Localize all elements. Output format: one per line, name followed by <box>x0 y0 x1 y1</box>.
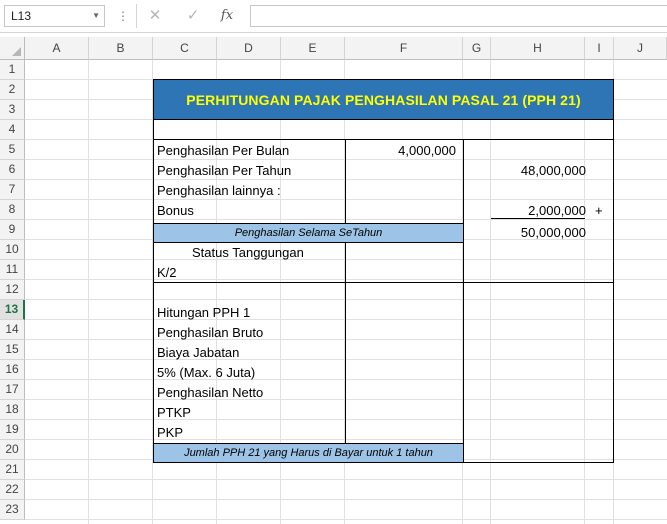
row-header-5[interactable]: 5 <box>0 140 25 160</box>
row-header-1[interactable]: 1 <box>0 60 25 80</box>
penghasilan-bruto-label[interactable]: Penghasilan Bruto <box>157 323 263 343</box>
divider-row4 <box>153 139 614 140</box>
vertical-dots-icon[interactable]: ⋮ <box>117 8 129 24</box>
column-header-j[interactable]: J <box>614 37 667 60</box>
penghasilan-netto-label[interactable]: Penghasilan Netto <box>157 383 263 403</box>
ptkp-label[interactable]: PTKP <box>157 403 191 423</box>
gridline-row-22 <box>25 499 667 500</box>
column-header-e[interactable]: E <box>281 37 345 60</box>
pkp-label[interactable]: PKP <box>157 423 183 443</box>
row-header-14[interactable]: 14 <box>0 320 25 340</box>
penghasilan-per-tahun-label[interactable]: Penghasilan Per Tahun <box>157 161 291 181</box>
row-header-2[interactable]: 2 <box>0 80 25 100</box>
row-header-19[interactable]: 19 <box>0 420 25 440</box>
name-box[interactable]: L13 ▼ <box>4 5 105 27</box>
biaya-jabatan-label[interactable]: Biaya Jabatan <box>157 343 239 363</box>
row-header-13[interactable]: 13 <box>0 300 25 320</box>
column-header-b[interactable]: B <box>89 37 153 60</box>
row-header-21[interactable]: 21 <box>0 460 25 480</box>
penghasilan-per-tahun-value[interactable]: 48,000,000 <box>470 161 586 181</box>
plus-sign[interactable]: + <box>595 201 603 221</box>
column-header-d[interactable]: D <box>217 37 281 60</box>
row-header-11[interactable]: 11 <box>0 260 25 280</box>
row-header-18[interactable]: 18 <box>0 400 25 420</box>
row-header-10[interactable]: 10 <box>0 240 25 260</box>
status-value[interactable]: K/2 <box>157 263 177 283</box>
row-header-7[interactable]: 7 <box>0 180 25 200</box>
bonus-label[interactable]: Bonus <box>157 201 194 221</box>
divider-fg <box>463 139 464 463</box>
formula-input[interactable] <box>250 5 667 27</box>
column-header-a[interactable]: A <box>25 37 89 60</box>
row-header-4[interactable]: 4 <box>0 120 25 140</box>
x-icon[interactable]: ✕ <box>142 5 168 27</box>
fx-icon[interactable]: fx <box>214 5 240 27</box>
row-header-23[interactable]: 23 <box>0 500 25 520</box>
penghasilan-per-bulan-label[interactable]: Penghasilan Per Bulan <box>157 141 289 161</box>
worksheet: ABCDEFGHIJ 1 2 3 4 5 6 7 8 9 10 11 12 13 14 15 16 17 18 19… <box>0 37 667 524</box>
gridline-row-21 <box>25 479 667 480</box>
penghasilan-per-bulan-value[interactable]: 4,000,000 <box>350 141 456 161</box>
chevron-down-icon[interactable]: ▼ <box>92 6 100 26</box>
bonus-value[interactable]: 2,000,000 <box>470 201 586 221</box>
row-header-15[interactable]: 15 <box>0 340 25 360</box>
divider-row12 <box>153 282 614 283</box>
penghasilan-selama-setahun-value[interactable]: 50,000,000 <box>470 223 586 243</box>
column-header-i[interactable]: I <box>585 37 614 60</box>
column-header-g[interactable]: G <box>463 37 491 60</box>
biaya-jabatan-note[interactable]: 5% (Max. 6 Juta) <box>157 363 255 383</box>
formula-bar: L13 ▼ ⋮ ✕ ✓ fx <box>0 0 667 33</box>
gridline-row-23 <box>25 519 667 520</box>
penghasilan-selama-setahun-label[interactable]: Penghasilan Selama SeTahun <box>153 223 464 243</box>
row-header-22[interactable]: 22 <box>0 480 25 500</box>
row-header-3[interactable]: 3 <box>0 100 25 120</box>
status-tanggungan-label[interactable]: Status Tanggungan <box>192 243 304 263</box>
column-header-h[interactable]: H <box>491 37 585 60</box>
row-header-6[interactable]: 6 <box>0 160 25 180</box>
row-header-9[interactable]: 9 <box>0 220 25 240</box>
gridline-col-a <box>88 60 89 524</box>
select-all-button[interactable] <box>0 37 25 60</box>
jumlah-pph21-label[interactable]: Jumlah PPH 21 yang Harus di Bayar untuk … <box>153 443 464 463</box>
sheet-title[interactable]: PERHITUNGAN PAJAK PENGHASILAN PASAL 21 (… <box>153 79 614 120</box>
penghasilan-lainnya-label[interactable]: Penghasilan lainnya : <box>157 181 281 201</box>
name-box-value: L13 <box>11 9 32 23</box>
divider-ef <box>345 139 346 443</box>
row-header-17[interactable]: 17 <box>0 380 25 400</box>
column-header-f[interactable]: F <box>345 37 463 60</box>
formula-bar-separator <box>136 4 137 28</box>
row-header-16[interactable]: 16 <box>0 360 25 380</box>
check-icon[interactable]: ✓ <box>180 5 206 27</box>
hitungan-pph1-label[interactable]: Hitungan PPH 1 <box>157 303 250 323</box>
row-header-20[interactable]: 20 <box>0 440 25 460</box>
row-header-8[interactable]: 8 <box>0 200 25 220</box>
column-header-c[interactable]: C <box>153 37 217 60</box>
row-header-12[interactable]: 12 <box>0 280 25 300</box>
